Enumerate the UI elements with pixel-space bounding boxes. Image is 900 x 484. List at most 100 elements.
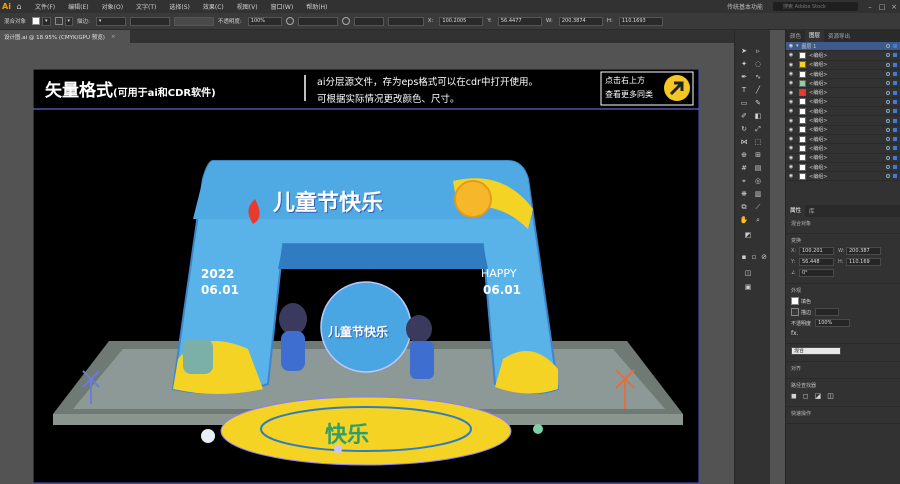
stroke-swatch[interactable] [54, 17, 63, 25]
visibility-icon[interactable]: ◉ [786, 108, 796, 114]
visibility-icon[interactable]: ◉ [786, 43, 796, 49]
type-tool-icon[interactable]: T [739, 85, 749, 95]
target-icon[interactable] [886, 165, 890, 169]
magic-wand-icon[interactable]: ✦ [739, 59, 749, 69]
pencil-tool-icon[interactable]: ✐ [739, 111, 749, 121]
visibility-icon[interactable]: ◉ [786, 52, 796, 58]
y-input[interactable]: 56.4477 [497, 16, 542, 26]
width-input[interactable]: 200.3874 [558, 16, 603, 26]
visibility-icon[interactable]: ◉ [786, 90, 796, 96]
rotation-input[interactable]: 0° [799, 269, 834, 278]
graph-tool-icon[interactable]: ▥ [753, 189, 763, 199]
expand-icon[interactable]: ▾ [796, 43, 799, 49]
menu-select[interactable]: 选择(S) [169, 2, 190, 11]
artboard[interactable]: 矢量格式(可用于ai和CDR软件) ai分层源文件，存为eps格式可以在cdr中… [33, 69, 699, 483]
transform-y-input[interactable]: 56.448 [799, 258, 834, 267]
height-input[interactable]: 110.1693 [618, 16, 663, 26]
target-icon[interactable] [886, 127, 890, 132]
selected-square[interactable] [893, 62, 897, 67]
layer-row[interactable]: ◉ <编组> [786, 163, 900, 173]
menu-edit[interactable]: 编辑(E) [68, 2, 88, 11]
reference-point[interactable] [387, 16, 424, 26]
pen-tool-icon[interactable]: ✒ [739, 72, 749, 82]
selected-square[interactable] [893, 118, 897, 123]
selected-square[interactable] [893, 81, 897, 86]
variable-width-dropdown[interactable] [129, 16, 170, 26]
visibility-icon[interactable]: ◉ [786, 155, 796, 161]
layer-row[interactable]: ◉ <编组> [786, 116, 900, 126]
perspective-grid-icon[interactable]: ⊞ [753, 150, 763, 160]
layer-row[interactable]: ◉ <编组> [786, 79, 900, 89]
target-icon[interactable] [886, 146, 890, 151]
selected-square[interactable] [893, 99, 897, 104]
direct-selection-tool-icon[interactable]: ▹ [753, 46, 763, 56]
color-mode-icon[interactable]: ▪ [739, 252, 749, 262]
selected-square[interactable] [893, 155, 897, 160]
visibility-icon[interactable]: ◉ [786, 173, 796, 179]
target-icon[interactable] [886, 109, 890, 114]
visibility-icon[interactable]: ◉ [786, 164, 796, 170]
target-icon[interactable] [886, 155, 890, 160]
selected-square[interactable] [893, 72, 897, 77]
layer-row[interactable]: ◉ <编组> [786, 126, 900, 135]
target-icon[interactable] [886, 53, 890, 58]
target-icon[interactable] [886, 118, 890, 123]
fx-button[interactable]: fx. [791, 330, 799, 337]
selected-square[interactable] [893, 109, 897, 114]
gradient-tool-icon[interactable]: ▤ [753, 163, 763, 173]
gradient-mode-icon[interactable]: ▫ [749, 252, 759, 262]
visibility-icon[interactable]: ◉ [786, 127, 796, 133]
menu-file[interactable]: 文件(F) [35, 2, 55, 11]
layer-row[interactable]: ◉ <编组> [786, 135, 900, 145]
hand-tool-icon[interactable]: ✋ [739, 215, 749, 225]
selected-square[interactable] [893, 137, 897, 142]
shape-builder-icon[interactable]: ⊕ [739, 150, 749, 160]
target-icon[interactable] [886, 72, 890, 77]
tab-asset-export[interactable]: 资源导出 [824, 32, 854, 40]
tab-libraries[interactable]: 库 [805, 207, 819, 215]
eyedropper-icon[interactable]: ⌖ [739, 176, 749, 186]
minimize-icon[interactable]: – [864, 3, 876, 11]
menu-effect[interactable]: 效果(C) [203, 2, 224, 11]
app-logo[interactable]: Ai [0, 0, 13, 13]
target-icon[interactable] [886, 62, 890, 67]
symbol-sprayer-icon[interactable]: ❋ [739, 189, 749, 199]
free-transform-icon[interactable]: ⬚ [753, 137, 763, 147]
tab-layers[interactable]: 图层 [805, 30, 825, 42]
minus-front-icon[interactable]: ◻ [803, 392, 809, 400]
style-icon[interactable] [285, 17, 294, 25]
scale-tool-icon[interactable]: ⤢ [753, 124, 763, 134]
x-input[interactable]: 100.2005 [439, 16, 484, 26]
layer-row[interactable]: ◉ <编组> [786, 154, 900, 163]
tab-color[interactable]: 颜色 [786, 32, 805, 40]
layer-row[interactable]: ◉ <编组> [786, 61, 900, 70]
selected-square[interactable] [893, 90, 897, 95]
graphic-style-dropdown[interactable] [297, 16, 338, 26]
appearance-fill-swatch[interactable] [791, 297, 799, 306]
stroke-dropdown[interactable]: ▾ [64, 16, 74, 26]
selection-tool-icon[interactable]: ➤ [739, 46, 749, 56]
unite-icon[interactable]: ◼ [791, 392, 797, 400]
layer-row[interactable]: ◉ ▾ 图层 1 [786, 42, 900, 52]
layer-row[interactable]: ◉ <编组> [786, 70, 900, 80]
layer-row[interactable]: ◉ <编组> [786, 98, 900, 108]
paintbrush-tool-icon[interactable]: ✎ [753, 98, 763, 108]
blend-tool-icon[interactable]: ◎ [753, 176, 763, 186]
layer-row[interactable]: ◉ <编组> [786, 107, 900, 117]
exclude-icon[interactable]: ◫ [827, 392, 834, 400]
cta-line-2[interactable]: 查看更多同类 [605, 89, 653, 100]
intersect-icon[interactable]: ◪ [815, 392, 822, 400]
stroke-weight-input[interactable]: ▾ [95, 16, 126, 26]
brush-dropdown[interactable] [173, 16, 214, 26]
stock-search-input[interactable]: 搜索 Adobe Stock [773, 2, 858, 11]
selected-square[interactable] [893, 146, 897, 151]
appearance-stroke-swatch[interactable] [791, 308, 799, 317]
transform-x-input[interactable]: 100.201 [799, 247, 834, 256]
canvas[interactable]: 矢量格式(可用于ai和CDR软件) ai分层源文件，存为eps格式可以在cdr中… [0, 43, 734, 484]
recolor-icon[interactable] [341, 17, 350, 25]
layer-row[interactable]: ◉ <编组> [786, 172, 900, 182]
transform-w-input[interactable]: 200.387 [846, 247, 881, 256]
blend-mode-dropdown[interactable]: 混合 [791, 347, 841, 356]
visibility-icon[interactable]: ◉ [786, 80, 796, 86]
menu-object[interactable]: 对象(O) [102, 2, 123, 11]
